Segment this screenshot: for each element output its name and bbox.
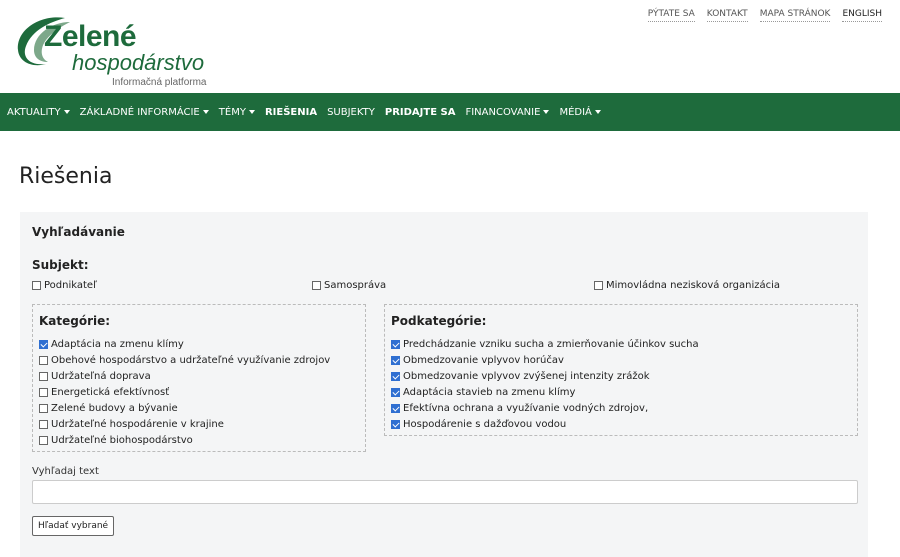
search-text-input[interactable] xyxy=(32,480,858,504)
category-item[interactable]: Udržateľná doprava xyxy=(39,368,330,384)
page-title: Riešenia xyxy=(19,164,113,189)
checkbox-label: Udržateľné biohospodárstvo xyxy=(51,434,193,446)
category-item[interactable]: Adaptácia na zmenu klímy xyxy=(39,336,330,352)
caret-down-icon xyxy=(63,110,70,114)
toplink-contact[interactable]: KONTAKT xyxy=(706,9,748,22)
subject-option-samosprava[interactable]: Samospráva xyxy=(312,280,386,291)
subject-option-mimovladna[interactable]: Mimovládna nezisková organizácia xyxy=(594,280,780,291)
caret-down-icon xyxy=(202,110,209,114)
checkbox[interactable] xyxy=(312,281,321,290)
category-item[interactable]: Energetická efektívnosť xyxy=(39,384,330,400)
nav-label: FINANCOVANIE xyxy=(465,106,541,118)
checkbox[interactable] xyxy=(391,419,400,429)
nav-item-media[interactable]: MÉDIÁ xyxy=(559,106,601,118)
category-item[interactable]: Udržateľné biohospodárstvo xyxy=(39,432,330,448)
toplink-faq[interactable]: PÝTATE SA xyxy=(647,9,695,22)
subcategories-heading: Podkategórie: xyxy=(391,314,487,328)
nav-label: RIEŠENIA xyxy=(264,106,318,118)
nav-label: TÉMY xyxy=(218,106,246,118)
checkbox-label: Obmedzovanie vplyvov zvýšenej intenzity … xyxy=(403,370,650,382)
category-item[interactable]: Obehové hospodárstvo a udržateľné využív… xyxy=(39,352,330,368)
checkbox-label: Udržateľné hospodárenie v krajine xyxy=(51,418,224,430)
checkbox[interactable] xyxy=(391,387,400,397)
nav-label: PRIDAJTE SA xyxy=(384,106,456,118)
checkbox[interactable] xyxy=(39,387,48,397)
checkbox[interactable] xyxy=(39,435,48,445)
search-heading: Vyhľadávanie xyxy=(32,225,125,239)
top-links: PÝTATE SA KONTAKT MAPA STRÁNOK ENGLISH xyxy=(647,9,882,22)
site-logo[interactable]: Zelené hospodárstvo Informačná platforma xyxy=(10,10,240,88)
category-item[interactable]: Udržateľné hospodárenie v krajine xyxy=(39,416,330,432)
nav-label: SUBJEKTY xyxy=(327,106,375,118)
nav-item-financovanie[interactable]: FINANCOVANIE xyxy=(465,106,550,118)
subcategory-item[interactable]: Efektívna ochrana a využívanie vodných z… xyxy=(391,400,699,416)
nav-label: AKTUALITY xyxy=(7,106,61,118)
subcategory-item[interactable]: Obmedzovanie vplyvov horúčav xyxy=(391,352,699,368)
checkbox[interactable] xyxy=(391,403,400,413)
categories-list: Adaptácia na zmenu klímy Obehové hospodá… xyxy=(39,336,330,448)
checkbox-label: Mimovládna nezisková organizácia xyxy=(606,280,781,291)
checkbox[interactable] xyxy=(391,355,400,365)
subject-option-podnikatel[interactable]: Podnikateľ xyxy=(32,280,97,291)
site-header: Zelené hospodárstvo Informačná platforma… xyxy=(0,0,900,93)
logo-tagline: Informačná platforma xyxy=(112,77,207,88)
checkbox[interactable] xyxy=(594,281,603,290)
subcategories-box: Podkategórie: Predchádzanie vzniku sucha… xyxy=(384,304,858,436)
toplink-sitemap[interactable]: MAPA STRÁNOK xyxy=(759,9,831,22)
toplink-english[interactable]: ENGLISH xyxy=(842,9,882,22)
subcategories-list: Predchádzanie vzniku sucha a zmierňovani… xyxy=(391,336,699,432)
caret-down-icon xyxy=(543,110,550,114)
checkbox[interactable] xyxy=(39,419,48,429)
caret-down-icon xyxy=(594,110,601,114)
subject-label: Subjekt: xyxy=(32,258,89,272)
checkbox-label: Hospodárenie s dažďovou vodou xyxy=(403,418,567,430)
checkbox-label: Predchádzanie vzniku sucha a zmierňovani… xyxy=(403,338,699,350)
categories-box: Kategórie: Adaptácia na zmenu klímy Obeh… xyxy=(32,304,366,452)
caret-down-icon xyxy=(248,110,255,114)
logo-main-text: Zelené xyxy=(44,20,137,53)
nav-item-pridajte-sa[interactable]: PRIDAJTE SA xyxy=(385,107,456,118)
checkbox-label: Zelené budovy a bývanie xyxy=(51,402,178,414)
checkbox-label: Udržateľná doprava xyxy=(51,370,151,382)
checkbox-label: Obmedzovanie vplyvov horúčav xyxy=(403,354,564,366)
checkbox[interactable] xyxy=(39,403,48,413)
nav-item-zakladne-informacie[interactable]: ZÁKLADNÉ INFORMÁCIE xyxy=(80,107,209,118)
checkbox[interactable] xyxy=(39,339,48,349)
categories-heading: Kategórie: xyxy=(39,314,111,328)
subcategory-item[interactable]: Adaptácia stavieb na zmenu klímy xyxy=(391,384,699,400)
main-nav: AKTUALITY ZÁKLADNÉ INFORMÁCIE TÉMY RIEŠE… xyxy=(0,93,900,131)
nav-label: MÉDIÁ xyxy=(559,106,592,118)
subcategory-item[interactable]: Predchádzanie vzniku sucha a zmierňovani… xyxy=(391,336,699,352)
checkbox[interactable] xyxy=(391,339,400,349)
nav-item-subjekty[interactable]: SUBJEKTY xyxy=(327,107,375,118)
search-text-label: Vyhľadaj text xyxy=(32,466,99,477)
checkbox-label: Obehové hospodárstvo a udržateľné využív… xyxy=(51,354,331,366)
checkbox-label: Energetická efektívnosť xyxy=(51,386,170,398)
subcategory-item[interactable]: Obmedzovanie vplyvov zvýšenej intenzity … xyxy=(391,368,699,384)
checkbox[interactable] xyxy=(391,371,400,381)
nav-item-temy[interactable]: TÉMY xyxy=(219,107,255,118)
category-item[interactable]: Zelené budovy a bývanie xyxy=(39,400,330,416)
checkbox[interactable] xyxy=(39,355,48,365)
nav-label: ZÁKLADNÉ INFORMÁCIE xyxy=(79,106,200,118)
nav-item-riesenia[interactable]: RIEŠENIA xyxy=(265,107,317,118)
search-panel: Vyhľadávanie Subjekt: Podnikateľ Samospr… xyxy=(20,212,868,557)
subcategory-item[interactable]: Hospodárenie s dažďovou vodou xyxy=(391,416,699,432)
nav-item-aktuality[interactable]: AKTUALITY xyxy=(7,107,70,118)
checkbox-label: Adaptácia stavieb na zmenu klímy xyxy=(403,386,576,398)
checkbox-label: Efektívna ochrana a využívanie vodných z… xyxy=(403,402,649,414)
logo-sub-text: hospodárstvo xyxy=(72,50,205,75)
checkbox-label: Adaptácia na zmenu klímy xyxy=(51,338,184,350)
checkbox-label: Samospráva xyxy=(324,280,387,291)
checkbox[interactable] xyxy=(39,371,48,381)
checkbox[interactable] xyxy=(32,281,41,290)
checkbox-label: Podnikateľ xyxy=(44,280,97,291)
search-submit-button[interactable]: Hľadať vybrané xyxy=(32,516,115,536)
